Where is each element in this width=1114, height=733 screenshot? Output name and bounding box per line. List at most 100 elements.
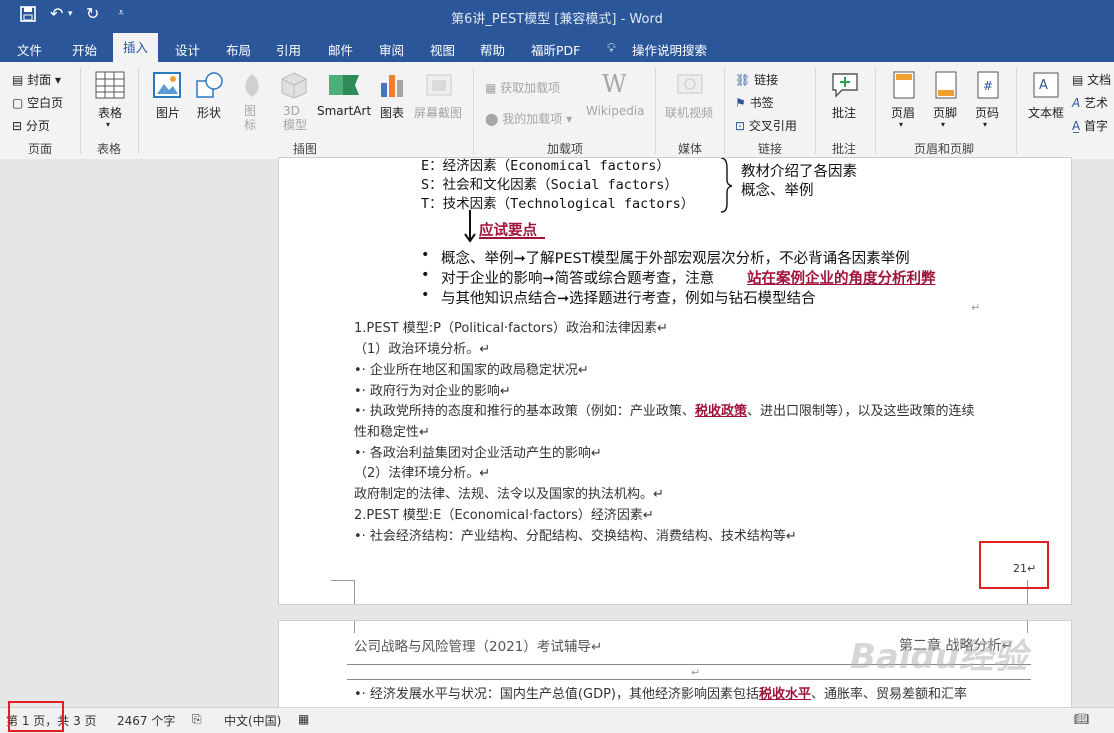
header-button[interactable]: 页眉: [891, 104, 915, 121]
bullet-dot: •: [421, 267, 430, 283]
bookmark-button[interactable]: ⚑ 书签: [735, 94, 774, 111]
group-label-header-footer: 页眉和页脚: [914, 142, 975, 156]
tab-foxit-pdf[interactable]: 福昕PDF: [531, 40, 580, 59]
my-addins-button[interactable]: ⬤ 我的加载项 ▾: [485, 110, 572, 127]
chart-icon: [381, 75, 403, 97]
tab-home[interactable]: 开始: [72, 40, 97, 59]
shapes-icon: [196, 72, 223, 98]
chevron-down-icon: ▾: [983, 120, 988, 129]
body-line-9: 政府制定的法律、法规、法令以及国家的执法机构。↵: [354, 487, 664, 502]
chevron-down-icon: ▾: [899, 120, 904, 129]
comment-icon: [832, 73, 858, 98]
page-number-button[interactable]: 页码: [975, 104, 999, 121]
separator: [655, 68, 656, 154]
svg-text:A: A: [1039, 78, 1048, 93]
tab-help[interactable]: 帮助: [480, 40, 505, 59]
page-1[interactable]: E：经济因素（Economical factors） S：社会和文化因素（Soc…: [278, 157, 1072, 605]
body-line-11: •· 社会经济结构：产业结构、分配结构、交换结构、消费结构、技术结构等↵: [354, 529, 797, 544]
macro-icon[interactable]: ▦: [298, 712, 309, 726]
tell-me-search[interactable]: 操作说明搜索: [632, 40, 707, 59]
chart-button[interactable]: 图表: [380, 104, 404, 121]
bullet-dot: •: [421, 247, 430, 263]
body-line-5-highlight: 税收政策: [694, 404, 747, 419]
drop-cap-button[interactable]: A̲ 首字: [1072, 117, 1108, 134]
cover-page-button[interactable]: ▤ 封面 ▾: [12, 71, 61, 88]
tab-review[interactable]: 审阅: [379, 40, 404, 59]
body-line-1: 1.PEST 模型:P（Political·factors）政治和法律因素↵: [354, 321, 668, 336]
picture-button[interactable]: 图片: [156, 104, 180, 121]
ribbon-tabs: 文件 开始 插入 设计 布局 引用 邮件 审阅 视图 帮助 福昕PDF 💡︎ 操…: [0, 33, 1114, 62]
margin-mark: [331, 580, 355, 581]
body-line-3: •· 企业所在地区和国家的政局稳定状况↵: [354, 363, 589, 378]
page2-highlight: 税收水平: [759, 687, 812, 702]
group-label-tables: 表格: [97, 142, 122, 156]
blank-page-button[interactable]: ▢ 空白页: [12, 94, 63, 111]
3d-models-button[interactable]: 3D 模型: [283, 104, 307, 132]
group-label-comments: 批注: [832, 142, 857, 156]
tab-insert[interactable]: 插入: [113, 33, 159, 62]
online-video-button[interactable]: 联机视频: [665, 104, 713, 121]
watermark: Baidu经验: [850, 637, 1028, 677]
language-indicator[interactable]: 中文(中国): [224, 712, 281, 729]
body-line-8: （2）法律环境分析。↵: [354, 466, 491, 481]
wordart-button[interactable]: A 艺术: [1072, 94, 1108, 111]
body-line-10: 2.PEST 模型:E（Economical·factors）经济因素↵: [354, 508, 654, 523]
wikipedia-button[interactable]: Wikipedia: [586, 104, 645, 118]
cross-reference-button[interactable]: ⊡ 交叉引用: [735, 117, 797, 134]
body-line-4: •· 政府行为对企业的影响↵: [354, 384, 511, 399]
page-number-highlight-box: [979, 541, 1049, 589]
slide-line-e: E：经济因素（Economical factors）: [421, 158, 670, 174]
header-rule: [347, 679, 1031, 680]
tab-mailings[interactable]: 邮件: [328, 40, 353, 59]
tab-design[interactable]: 设计: [175, 40, 200, 59]
textbox-icon: A: [1033, 72, 1059, 98]
tab-view[interactable]: 视图: [430, 40, 455, 59]
exam-point-underline: [479, 237, 545, 239]
down-arrow-icon: [464, 210, 476, 243]
screenshot-button[interactable]: 屏幕截图: [414, 104, 462, 121]
body-line-6: 性和稳定性↵: [354, 425, 430, 440]
page2-body-line: •· 经济发展水平与状况：国内生产总值(GDP)，其他经济影响因素包括税收水平、…: [354, 687, 968, 702]
smartart-button[interactable]: SmartArt: [317, 104, 371, 118]
brace-icon: [720, 158, 733, 213]
chevron-down-icon: ▾: [106, 120, 111, 129]
new-comment-button[interactable]: 批注: [832, 104, 856, 121]
footer-button[interactable]: 页脚: [933, 104, 957, 121]
online-video-icon: [677, 74, 703, 94]
shapes-button[interactable]: 形状: [197, 104, 221, 121]
slide-line-s: S：社会和文化因素（Social factors）: [421, 177, 678, 193]
proofing-icon[interactable]: ⎘: [192, 712, 202, 727]
status-bar: 第 1 页，共 3 页 2467 个字 ⎘ 中文(中国) ▦ 📖︎: [0, 707, 1114, 733]
page-number-icon: #: [977, 71, 999, 99]
body-line-2: （1）政治环境分析。↵: [354, 342, 491, 357]
textbox-button[interactable]: 文本框: [1028, 104, 1064, 121]
body-line-5: •· 执政党所持的态度和推行的基本政策（例如：产业政策、税收政策、进出口限制等）…: [354, 404, 975, 419]
page-break-button[interactable]: ⊟ 分页: [12, 117, 50, 134]
icons-button[interactable]: 图 标: [244, 104, 256, 132]
bullet-1: 概念、举例➞了解PEST模型属于外部宏观层次分析，不必背诵各因素举例: [441, 251, 910, 267]
wikipedia-icon: W: [602, 70, 627, 98]
tab-references[interactable]: 引用: [276, 40, 301, 59]
tab-layout[interactable]: 布局: [226, 40, 251, 59]
chevron-down-icon: ▾: [941, 120, 946, 129]
smartart-icon: [329, 75, 359, 95]
picture-icon: [153, 72, 181, 98]
slide-line-t: T：技术因素（Technological factors）: [421, 196, 695, 212]
paragraph-mark: ↵: [971, 301, 981, 314]
icons-icon: [245, 74, 259, 97]
read-mode-icon[interactable]: 📖︎: [1074, 712, 1089, 726]
title-bar: ↶ ▾ ↻ ⩡ 第6讲_PEST模型 [兼容模式] - Word: [0, 0, 1114, 33]
margin-mark: [354, 621, 355, 633]
link-button[interactable]: ⛓ 链接: [735, 71, 778, 88]
tab-file[interactable]: 文件: [17, 40, 42, 59]
word-count[interactable]: 2467 个字: [117, 712, 175, 729]
separator: [875, 68, 876, 154]
group-label-media: 媒体: [678, 142, 703, 156]
quick-parts-button[interactable]: ▤ 文档: [1072, 71, 1111, 88]
bullet-dot: •: [421, 287, 430, 303]
separator: [473, 68, 474, 154]
ribbon: ▤ 封面 ▾ ▢ 空白页 ⊟ 分页 页面 表格 ▾ 表格 图片 形状 图 标 3…: [0, 62, 1114, 160]
document-title: 第6讲_PEST模型 [兼容模式] - Word: [451, 12, 663, 27]
get-addins-button[interactable]: ▦ 获取加载项: [485, 79, 560, 96]
table-button[interactable]: 表格: [98, 104, 122, 121]
